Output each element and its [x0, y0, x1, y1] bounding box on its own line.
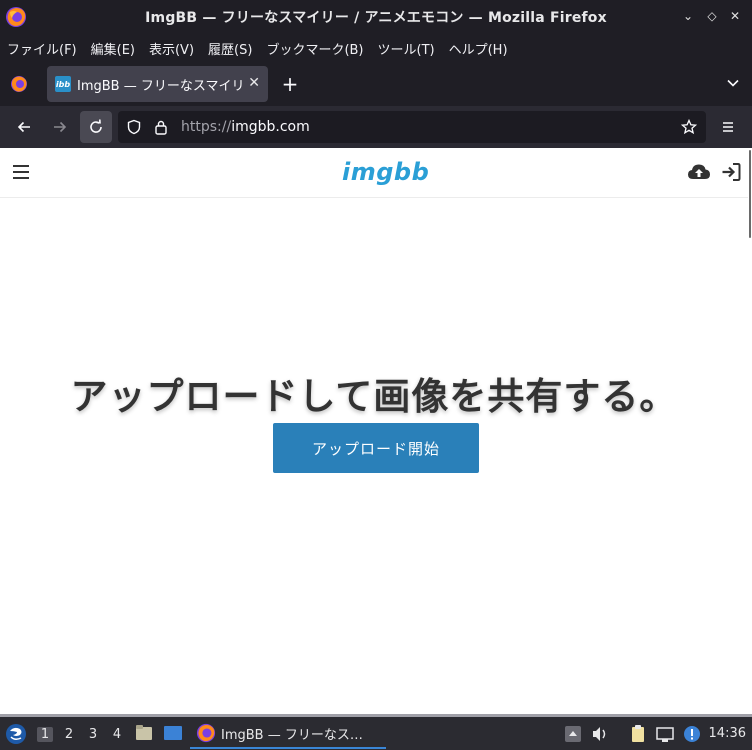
tab-close-icon[interactable]: ✕	[248, 75, 260, 91]
network-icon[interactable]	[655, 724, 675, 744]
notification-icon[interactable]	[682, 724, 702, 744]
tab-title: ImgBB — フリーなスマイリー	[77, 78, 243, 94]
hamburger-menu-icon	[723, 122, 733, 132]
url-scheme: https://	[181, 119, 232, 135]
bookmark-star-icon[interactable]	[681, 119, 697, 135]
cloud-upload-icon[interactable]	[687, 162, 711, 182]
reload-button[interactable]	[80, 111, 112, 143]
menu-view[interactable]: 表示(V)	[149, 39, 194, 58]
arrow-right-icon	[54, 121, 67, 133]
minimize-button[interactable]: ⌄	[680, 9, 696, 23]
desktop-screen: ImgBB — フリーなスマイリー / アニメエモコン — Mozilla Fi…	[0, 0, 752, 750]
url-bar[interactable]: https://imgbb.com	[118, 111, 706, 143]
forward-button[interactable]	[44, 111, 76, 143]
firefox-view-icon[interactable]	[10, 75, 28, 93]
taskbar-firefox-window[interactable]: ImgBB — フリーなス…	[190, 719, 386, 749]
arrow-left-icon	[17, 121, 30, 133]
menu-bookmarks[interactable]: ブックマーク(B)	[266, 39, 363, 58]
tray-arrow-icon[interactable]	[563, 724, 583, 744]
file-manager-icon[interactable]	[134, 723, 154, 743]
menu-history[interactable]: 履歴(S)	[208, 39, 252, 58]
workspace-1[interactable]: 1	[37, 727, 53, 742]
taskbar-window-label: ImgBB — フリーなス…	[221, 727, 363, 743]
workspace-2[interactable]: 2	[61, 727, 77, 742]
web-page: imgbb アップロードして画像を共有する。 アップロード開始	[0, 148, 748, 714]
hero-title: アップロードして画像を共有する。	[70, 375, 678, 418]
imgbb-favicon-icon: ibb	[55, 76, 71, 92]
chevron-down-icon[interactable]	[726, 76, 740, 90]
navigation-toolbar: https://imgbb.com	[0, 106, 752, 148]
show-desktop-icon[interactable]	[163, 723, 183, 743]
menu-bar: ファイル(F) 編集(E) 表示(V) 履歴(S) ブックマーク(B) ツール(…	[0, 34, 752, 62]
lock-icon[interactable]	[154, 119, 168, 135]
sign-in-icon[interactable]	[721, 162, 741, 182]
reload-icon	[90, 119, 102, 133]
new-tab-button[interactable]: +	[280, 72, 300, 96]
system-taskbar: 1 2 3 4 ImgBB — フリーなス… 14:36	[0, 714, 752, 750]
workspace-4[interactable]: 4	[109, 727, 125, 742]
site-menu-icon[interactable]	[12, 164, 30, 180]
app-menu-button[interactable]	[712, 111, 744, 143]
window-titlebar: ImgBB — フリーなスマイリー / アニメエモコン — Mozilla Fi…	[0, 0, 752, 34]
firefox-icon	[196, 723, 216, 743]
firefox-icon	[6, 7, 26, 27]
tab-strip: ibb ImgBB — フリーなスマイリー ✕ +	[0, 62, 752, 106]
back-button[interactable]	[8, 111, 40, 143]
volume-icon[interactable]	[590, 724, 610, 744]
url-text[interactable]: https://imgbb.com	[181, 119, 310, 135]
url-host: imgbb.com	[231, 119, 310, 135]
workspace-3[interactable]: 3	[85, 727, 101, 742]
menu-edit[interactable]: 編集(E)	[91, 39, 135, 58]
menu-file[interactable]: ファイル(F)	[7, 39, 77, 58]
restore-button[interactable]: ◇	[704, 9, 720, 23]
start-menu-icon[interactable]	[5, 723, 27, 745]
menu-help[interactable]: ヘルプ(H)	[449, 39, 508, 58]
menu-tools[interactable]: ツール(T)	[378, 39, 435, 58]
window-title: ImgBB — フリーなスマイリー / アニメエモコン — Mozilla Fi…	[145, 10, 607, 26]
taskbar-clock[interactable]: 14:36	[709, 726, 746, 741]
close-button[interactable]: ✕	[727, 9, 743, 23]
shield-icon[interactable]	[126, 119, 142, 135]
tab-imgbb[interactable]: ibb ImgBB — フリーなスマイリー ✕	[47, 66, 268, 102]
start-upload-button[interactable]: アップロード開始	[273, 423, 479, 473]
clipboard-icon[interactable]	[628, 724, 648, 744]
site-header: imgbb	[0, 148, 748, 198]
imgbb-logo[interactable]: imgbb	[342, 158, 429, 186]
scrollbar-thumb[interactable]	[749, 150, 751, 238]
